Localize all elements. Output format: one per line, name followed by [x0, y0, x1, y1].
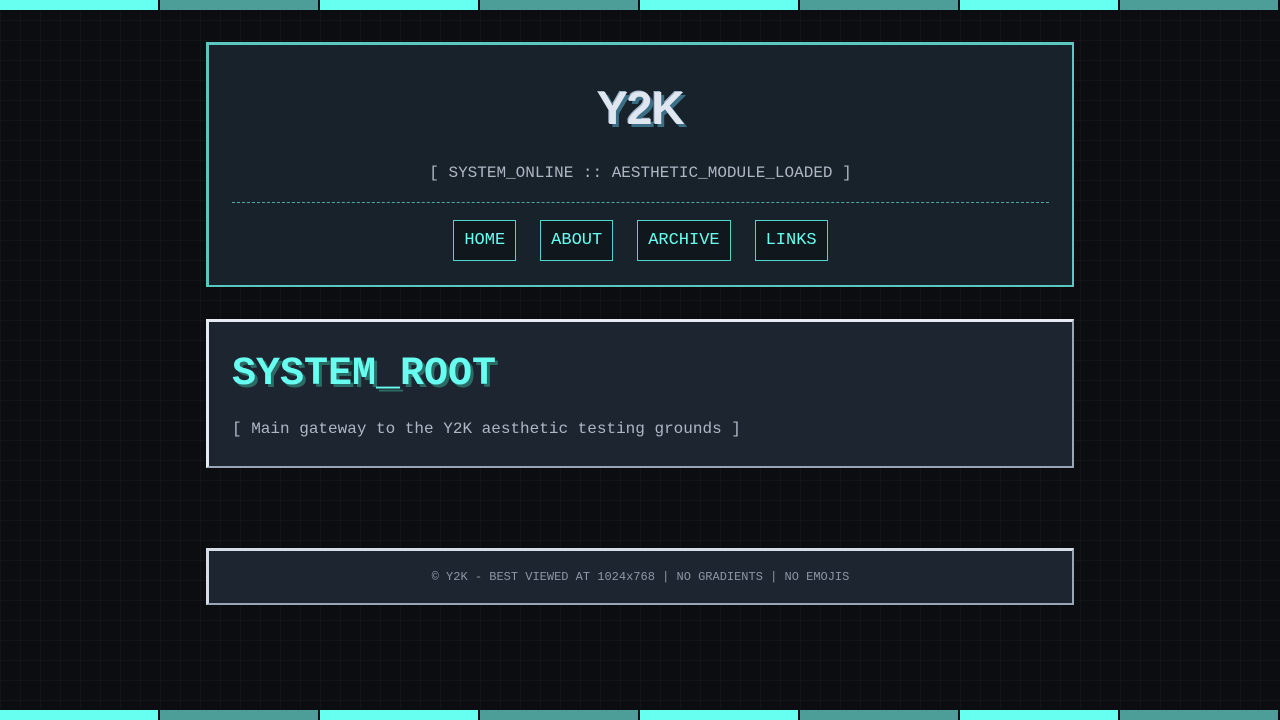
- nav-about-button[interactable]: ABOUT: [540, 220, 614, 261]
- main-nav: HOME ABOUT ARCHIVE LINKS: [209, 220, 1072, 261]
- stripe-segment: [480, 0, 638, 10]
- stripe-segment: [1120, 710, 1278, 720]
- stripe-segment: [320, 710, 478, 720]
- stripe-segment: [1120, 0, 1278, 10]
- page-title: SYSTEM_ROOT: [232, 352, 497, 397]
- stripe-segment: [800, 0, 958, 10]
- site-footer: © Y2K - BEST VIEWED AT 1024x768 | NO GRA…: [206, 548, 1074, 605]
- site-tagline: [ SYSTEM_ONLINE :: AESTHETIC_MODULE_LOAD…: [429, 164, 852, 182]
- stripe-segment: [960, 710, 1118, 720]
- stripe-segment: [0, 710, 158, 720]
- header-divider: [232, 202, 1049, 203]
- stripe-segment: [640, 0, 798, 10]
- nav-archive-button[interactable]: ARCHIVE: [637, 220, 731, 261]
- stripe-segment: [160, 710, 318, 720]
- stripe-segment: [320, 0, 478, 10]
- stripe-segment: [800, 710, 958, 720]
- main-panel: SYSTEM_ROOT [ Main gateway to the Y2K ae…: [206, 319, 1074, 468]
- nav-home-button[interactable]: HOME: [453, 220, 517, 261]
- bottom-stripe-bar: [0, 710, 1280, 720]
- stripe-segment: [480, 710, 638, 720]
- stripe-segment: [960, 0, 1118, 10]
- nav-links-button[interactable]: LINKS: [754, 220, 828, 261]
- footer-text: © Y2K - BEST VIEWED AT 1024x768 | NO GRA…: [431, 570, 850, 584]
- top-stripe-bar: [0, 0, 1280, 10]
- stripe-segment: [0, 0, 158, 10]
- stripe-segment: [160, 0, 318, 10]
- stripe-segment: [640, 710, 798, 720]
- site-logo[interactable]: Y2K: [209, 80, 1072, 136]
- page-description: [ Main gateway to the Y2K aesthetic test…: [232, 420, 741, 438]
- site-header: Y2K [ SYSTEM_ONLINE :: AESTHETIC_MODULE_…: [206, 42, 1074, 287]
